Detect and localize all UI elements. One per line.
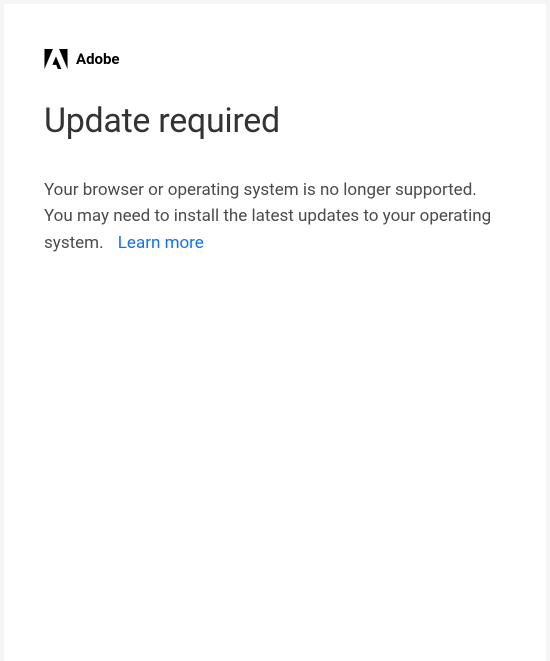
learn-more-link[interactable]: Learn more bbox=[118, 233, 204, 253]
brand-row: Adobe bbox=[44, 49, 506, 69]
adobe-logo-icon bbox=[44, 49, 68, 69]
page-title: Update required bbox=[44, 101, 506, 141]
brand-name: Adobe bbox=[76, 50, 120, 68]
message-text: Your browser or operating system is no l… bbox=[44, 180, 491, 253]
main-panel: Adobe Update required Your browser or op… bbox=[4, 4, 546, 661]
message-paragraph: Your browser or operating system is no l… bbox=[44, 177, 506, 256]
